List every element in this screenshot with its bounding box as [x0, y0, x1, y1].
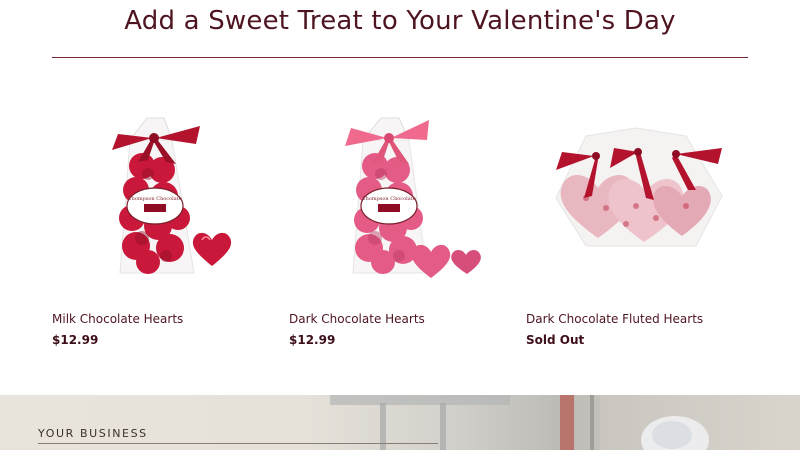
product-image-milk-chocolate-hearts[interactable]: Thompson Chocolate [52, 78, 274, 290]
section-title: Add a Sweet Treat to Your Valentine's Da… [124, 6, 676, 36]
business-banner: YOUR BUSINESS [0, 395, 800, 450]
eyebrow-divider [38, 443, 438, 444]
title-divider [52, 57, 748, 58]
product-price: $12.99 [52, 333, 99, 347]
bag-label-text: Thompson Chocolate [362, 196, 415, 202]
product-name[interactable]: Dark Chocolate Hearts [289, 312, 425, 326]
product-image-dark-chocolate-hearts[interactable]: Thompson Chocolate [289, 78, 511, 290]
product-sold-out: Sold Out [526, 333, 585, 347]
product-name[interactable]: Milk Chocolate Hearts [52, 312, 183, 326]
product-price: $12.99 [289, 333, 336, 347]
product-name[interactable]: Dark Chocolate Fluted Hearts [526, 312, 703, 326]
bag-label-text: Thompson Chocolate [128, 196, 181, 202]
factory-photo [330, 395, 800, 450]
product-image-dark-chocolate-fluted-hearts[interactable] [526, 78, 748, 290]
business-eyebrow: YOUR BUSINESS [38, 427, 148, 440]
